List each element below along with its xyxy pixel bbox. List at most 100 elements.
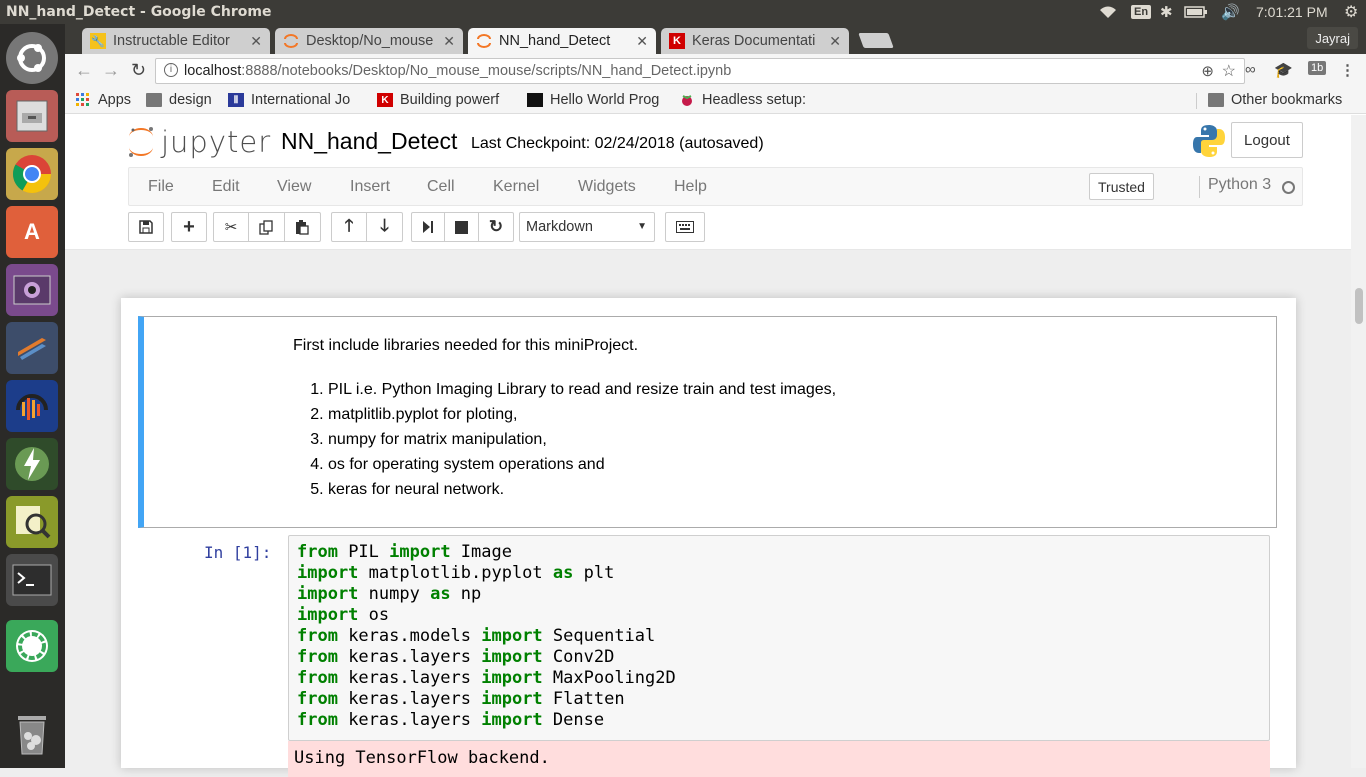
wifi-icon[interactable] [1098, 0, 1118, 24]
menu-view[interactable]: View [277, 178, 311, 196]
sublime-text-icon[interactable] [6, 322, 58, 374]
bookmark-headless-setup[interactable]: Headless setup: [679, 92, 815, 108]
extension-graduation-icon[interactable]: 🎓 [1274, 61, 1293, 79]
forward-arrow-icon[interactable]: → [102, 60, 120, 81]
new-tab-button[interactable] [858, 33, 894, 48]
jupyter-logo[interactable]: jupyter [127, 125, 271, 159]
bookmark-building-powerful[interactable]: K Building powerf [377, 92, 513, 108]
notebook-menubar: File Edit View Insert Cell Kernel Widget… [128, 167, 1303, 206]
extension-link-icon[interactable]: ∞ [1245, 61, 1256, 78]
command-palette-button[interactable] [665, 212, 705, 242]
scissors-icon: ✂ [224, 219, 238, 236]
bookmark-star-icon[interactable]: ☆ [1222, 61, 1236, 81]
bookmark-other[interactable]: Other bookmarks [1208, 92, 1342, 108]
trash-icon[interactable] [6, 708, 58, 760]
menu-widgets[interactable]: Widgets [578, 178, 636, 196]
address-bar[interactable]: i localhost:8888/notebooks/Desktop/No_mo… [155, 58, 1245, 84]
run-button[interactable] [411, 212, 445, 242]
zoom-icon[interactable]: ⊕ [1201, 62, 1214, 80]
input-prompt: In [1]: [204, 543, 272, 562]
ij-icon: Ⅱ [228, 93, 244, 107]
file-manager-icon[interactable] [6, 90, 58, 142]
copy-button[interactable] [248, 212, 285, 242]
menu-file[interactable]: File [148, 178, 174, 196]
screen-recorder-icon[interactable] [6, 264, 58, 316]
menu-kebab-icon[interactable]: ⋮ [1340, 61, 1355, 79]
cell-output-stderr: Using TensorFlow backend. [288, 741, 1270, 777]
extension-1b-icon[interactable]: 1b [1308, 61, 1327, 75]
tab-instructable-editor[interactable]: 🔧 Instructable Editor ✕ [82, 28, 270, 54]
close-tab-icon[interactable]: ✕ [636, 33, 648, 50]
info-icon[interactable]: i [164, 63, 178, 77]
menu-insert[interactable]: Insert [350, 178, 390, 196]
chrome-icon[interactable] [6, 148, 58, 200]
dropdown-caret-icon: ▼ [637, 221, 647, 232]
interrupt-button[interactable] [444, 212, 479, 242]
menu-cell[interactable]: Cell [427, 178, 455, 196]
library-list: PIL i.e. Python Imaging Library to read … [328, 377, 836, 502]
close-tab-icon[interactable]: ✕ [443, 33, 455, 50]
software-center-icon[interactable]: A [6, 206, 58, 258]
url-host: localhost [184, 63, 242, 79]
move-up-button[interactable]: 🡑 [331, 212, 367, 242]
page-content: jupyter NN_hand_Detect Last Checkpoint: … [65, 115, 1366, 777]
app-launcher-icon[interactable] [6, 438, 58, 490]
url-path: :8888/notebooks/Desktop/No_mouse_mouse/s… [241, 63, 732, 79]
list-item: PIL i.e. Python Imaging Library to read … [328, 377, 836, 402]
volume-icon[interactable]: 🔊 [1221, 0, 1240, 24]
bookmark-design[interactable]: design [146, 92, 212, 108]
bookmark-apps[interactable]: Apps [75, 92, 131, 108]
window-title: NN_hand_Detect - Google Chrome [6, 4, 272, 20]
back-arrow-icon[interactable]: ← [75, 60, 93, 81]
site-icon [527, 93, 543, 107]
code-line: from keras.layers import Flatten [297, 689, 625, 709]
page-scrollbar[interactable] [1351, 115, 1366, 768]
raspberry-icon [679, 93, 695, 107]
code-line: import numpy as np [297, 584, 482, 604]
clock[interactable]: 7:01:21 PM [1256, 0, 1328, 24]
list-item: numpy for matrix manipulation, [328, 427, 836, 452]
terminal-icon[interactable] [6, 554, 58, 606]
bluetooth-icon[interactable]: ✱ [1160, 0, 1173, 24]
keyboard-layout-indicator[interactable]: En [1131, 0, 1152, 24]
keras-icon: K [669, 33, 685, 49]
close-tab-icon[interactable]: ✕ [250, 33, 262, 50]
bookmark-hello-world[interactable]: Hello World Prog [527, 92, 665, 108]
logout-button[interactable]: Logout [1231, 122, 1303, 158]
python-logo-icon [1191, 123, 1227, 159]
arrow-up-icon: 🡑 [344, 215, 354, 235]
anaconda-navigator-icon[interactable] [6, 620, 58, 672]
tab-nn-hand-detect[interactable]: NN_hand_Detect ✕ [468, 28, 656, 54]
save-button[interactable] [128, 212, 164, 242]
reload-icon[interactable]: ↻ [131, 60, 146, 81]
image-viewer-icon[interactable] [6, 496, 58, 548]
settings-gear-icon[interactable]: ⚙ [1344, 0, 1358, 24]
restart-kernel-button[interactable]: ↻ [478, 212, 514, 242]
move-down-button[interactable]: 🡓 [366, 212, 403, 242]
menu-kernel[interactable]: Kernel [493, 178, 539, 196]
audacity-icon[interactable] [6, 380, 58, 432]
tab-desktop-no-mouse[interactable]: Desktop/No_mouse ✕ [275, 28, 463, 54]
close-tab-icon[interactable]: ✕ [829, 33, 841, 50]
markdown-cell-selected[interactable]: First include libraries needed for this … [138, 316, 1277, 528]
trusted-indicator[interactable]: Trusted [1089, 173, 1154, 200]
menu-edit[interactable]: Edit [212, 178, 240, 196]
cell-type-select[interactable]: Markdown ▼ [519, 212, 655, 242]
bookmark-international-journal[interactable]: Ⅱ International Jo [228, 92, 362, 108]
paste-button[interactable] [284, 212, 321, 242]
code-editor[interactable]: from PIL import Image import matplotlib.p… [288, 535, 1270, 741]
insert-cell-button[interactable]: + [171, 212, 207, 242]
notebook-name[interactable]: NN_hand_Detect [281, 128, 457, 155]
ubuntu-dash-icon[interactable] [6, 32, 58, 84]
cut-button[interactable]: ✂ [213, 212, 249, 242]
jupyter-icon [283, 33, 299, 49]
tab-strip: 🔧 Instructable Editor ✕ Desktop/No_mouse… [65, 24, 1366, 54]
profile-button[interactable]: Jayraj [1307, 27, 1358, 49]
code-cell[interactable]: In [1]: from PIL import Image import matp… [138, 535, 1277, 777]
scrollbar-thumb[interactable] [1355, 288, 1363, 324]
bookmark-separator [1196, 93, 1197, 109]
system-top-bar: NN_hand_Detect - Google Chrome En ✱ 🔊 7:… [0, 0, 1366, 24]
battery-icon[interactable] [1184, 0, 1208, 24]
menu-help[interactable]: Help [674, 178, 707, 196]
tab-keras-documentation[interactable]: K Keras Documentati ✕ [661, 28, 849, 54]
